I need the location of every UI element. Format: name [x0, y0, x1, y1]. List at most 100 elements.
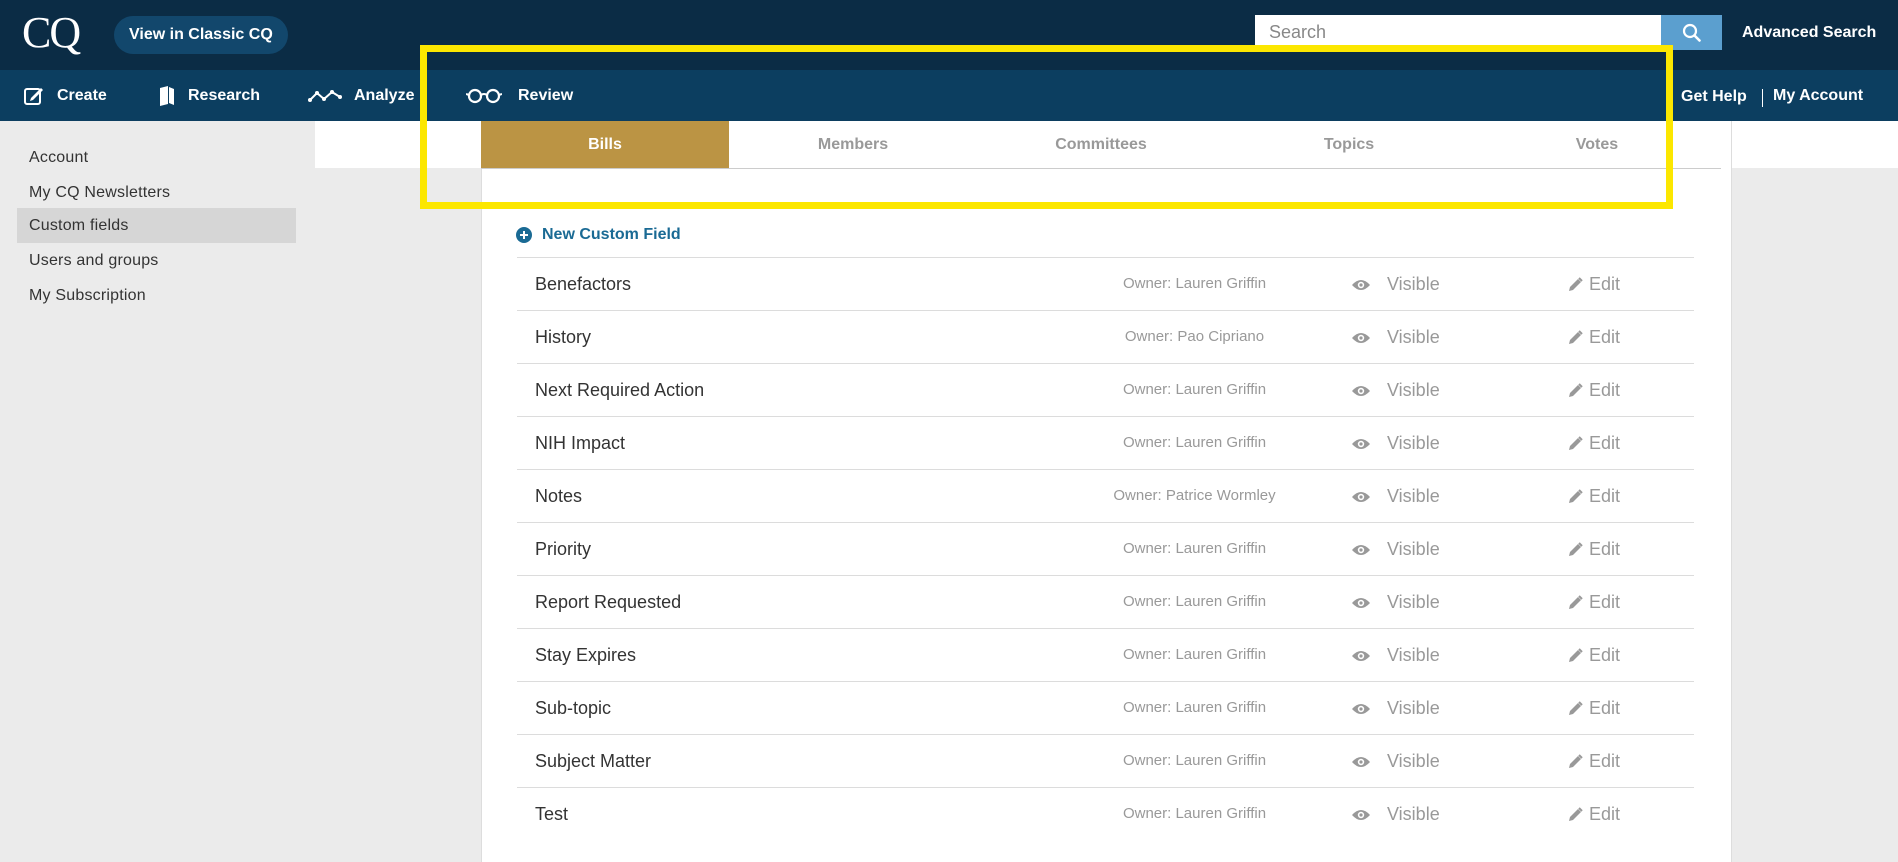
nav-create[interactable]: Create — [23, 70, 107, 121]
pencil-icon — [1567, 541, 1583, 558]
table-row: Sub-topic Owner: Lauren Griffin Visible Edi… — [517, 681, 1694, 734]
field-name: Report Requested — [535, 592, 682, 612]
eye-icon — [1351, 543, 1371, 557]
visibility-toggle[interactable]: Visible — [1351, 788, 1440, 841]
edit-label: Edit — [1589, 804, 1621, 824]
highlight-box — [420, 45, 1673, 209]
field-name: Notes — [535, 486, 583, 506]
table-row: Next Required Action Owner: Lauren Griffi… — [517, 363, 1694, 416]
sidebar-item-subscription[interactable]: My Subscription — [17, 278, 296, 313]
view-classic-button[interactable]: View in Classic CQ — [114, 16, 288, 54]
cq-logo[interactable]: CQ — [22, 8, 81, 58]
edit-label: Edit — [1589, 327, 1621, 347]
eye-icon — [1351, 596, 1371, 610]
edit-button[interactable]: Edit — [1567, 364, 1620, 417]
visibility-label: Visible — [1387, 804, 1440, 824]
visibility-label: Visible — [1387, 698, 1440, 718]
new-custom-field-button[interactable]: New Custom Field — [516, 226, 681, 244]
visibility-toggle[interactable]: Visible — [1351, 417, 1440, 470]
visibility-label: Visible — [1387, 327, 1440, 347]
table-row: Benefactors Owner: Lauren Griffin Visible E… — [517, 257, 1694, 310]
edit-button[interactable]: Edit — [1567, 576, 1620, 629]
visibility-label: Visible — [1387, 592, 1440, 612]
field-owner: Owner: Pao Cipriano — [1124, 328, 1265, 345]
nav-analyze[interactable]: Analyze — [308, 70, 414, 121]
edit-label: Edit — [1589, 698, 1621, 718]
eye-icon — [1351, 808, 1371, 822]
pencil-icon — [1567, 435, 1583, 452]
edit-label: Edit — [1589, 274, 1621, 294]
eye-icon — [1351, 384, 1371, 398]
table-row: NIH Impact Owner: Lauren Griffin Visible Ed… — [517, 416, 1694, 469]
edit-button[interactable]: Edit — [1567, 682, 1620, 735]
get-help-link[interactable]: Get Help — [1681, 88, 1747, 106]
visibility-toggle[interactable]: Visible — [1351, 682, 1440, 735]
visibility-label: Visible — [1387, 433, 1440, 453]
nav-analyze-label: Analyze — [354, 86, 415, 104]
visibility-toggle[interactable]: Visible — [1351, 735, 1440, 788]
field-owner: Owner: Lauren Griffin — [1122, 646, 1267, 663]
sidebar-item-account[interactable]: Account — [17, 140, 296, 175]
edit-button[interactable]: Edit — [1567, 470, 1620, 523]
edit-button[interactable]: Edit — [1567, 311, 1620, 364]
table-row: History Owner: Pao Cipriano Visible Edit — [517, 310, 1694, 363]
visibility-toggle[interactable]: Visible — [1351, 523, 1440, 576]
eye-icon — [1351, 437, 1371, 451]
field-owner: Owner: Lauren Griffin — [1122, 275, 1267, 292]
field-name: Benefactors — [535, 274, 632, 294]
sidebar-item-custom-fields[interactable]: Custom fields — [17, 208, 296, 243]
field-name: Sub-topic — [535, 698, 612, 718]
visibility-toggle[interactable]: Visible — [1351, 470, 1440, 523]
field-name: Subject Matter — [535, 751, 652, 771]
edit-label: Edit — [1589, 486, 1621, 506]
eye-icon — [1351, 331, 1371, 345]
eye-icon — [1351, 702, 1371, 716]
field-name: Next Required Action — [535, 380, 705, 400]
visibility-toggle[interactable]: Visible — [1351, 629, 1440, 682]
visibility-toggle[interactable]: Visible — [1351, 576, 1440, 629]
settings-sidebar: Account My CQ Newsletters Custom fields … — [0, 121, 315, 862]
visibility-toggle[interactable]: Visible — [1351, 364, 1440, 417]
field-name: Stay Expires — [535, 645, 637, 665]
analyze-icon — [308, 88, 342, 104]
sidebar-item-newsletters[interactable]: My CQ Newsletters — [17, 175, 296, 210]
my-account-link[interactable]: My Account — [1773, 87, 1863, 105]
edit-button[interactable]: Edit — [1567, 258, 1620, 311]
edit-button[interactable]: Edit — [1567, 523, 1620, 576]
eye-icon — [1351, 278, 1371, 292]
visibility-toggle[interactable]: Visible — [1351, 311, 1440, 364]
edit-button[interactable]: Edit — [1567, 788, 1620, 841]
visibility-label: Visible — [1387, 380, 1440, 400]
advanced-search-link[interactable]: Advanced Search — [1742, 24, 1876, 42]
visibility-label: Visible — [1387, 539, 1440, 559]
table-row: Stay Expires Owner: Lauren Griffin Visible… — [517, 628, 1694, 681]
new-custom-field-label: New Custom Field — [542, 226, 681, 243]
edit-button[interactable]: Edit — [1567, 735, 1620, 788]
field-name: NIH Impact — [535, 433, 626, 453]
edit-button[interactable]: Edit — [1567, 629, 1620, 682]
pencil-icon — [1567, 647, 1583, 664]
eye-icon — [1351, 755, 1371, 769]
eye-icon — [1351, 649, 1371, 663]
visibility-label: Visible — [1387, 645, 1440, 665]
pencil-icon — [1567, 700, 1583, 717]
table-row: Priority Owner: Lauren Griffin Visible Edit — [517, 522, 1694, 575]
edit-label: Edit — [1589, 592, 1621, 612]
table-row: Report Requested Owner: Lauren Griffin Vis… — [517, 575, 1694, 628]
field-name: Test — [535, 804, 569, 824]
field-name: Priority — [535, 539, 592, 559]
visibility-toggle[interactable]: Visible — [1351, 258, 1440, 311]
edit-button[interactable]: Edit — [1567, 417, 1620, 470]
nav-research[interactable]: Research — [158, 70, 260, 121]
field-owner: Owner: Patrice Wormley — [1113, 487, 1276, 504]
field-owner: Owner: Lauren Griffin — [1122, 381, 1267, 398]
pencil-icon — [1567, 276, 1583, 293]
eye-icon — [1351, 490, 1371, 504]
sidebar-item-users-groups[interactable]: Users and groups — [17, 243, 296, 278]
pencil-icon — [1567, 594, 1583, 611]
pencil-icon — [1567, 806, 1583, 823]
pencil-icon — [1567, 753, 1583, 770]
edit-label: Edit — [1589, 380, 1621, 400]
table-row: Test Owner: Lauren Griffin Visible Edit — [517, 787, 1694, 840]
field-owner: Owner: Lauren Griffin — [1122, 752, 1267, 769]
